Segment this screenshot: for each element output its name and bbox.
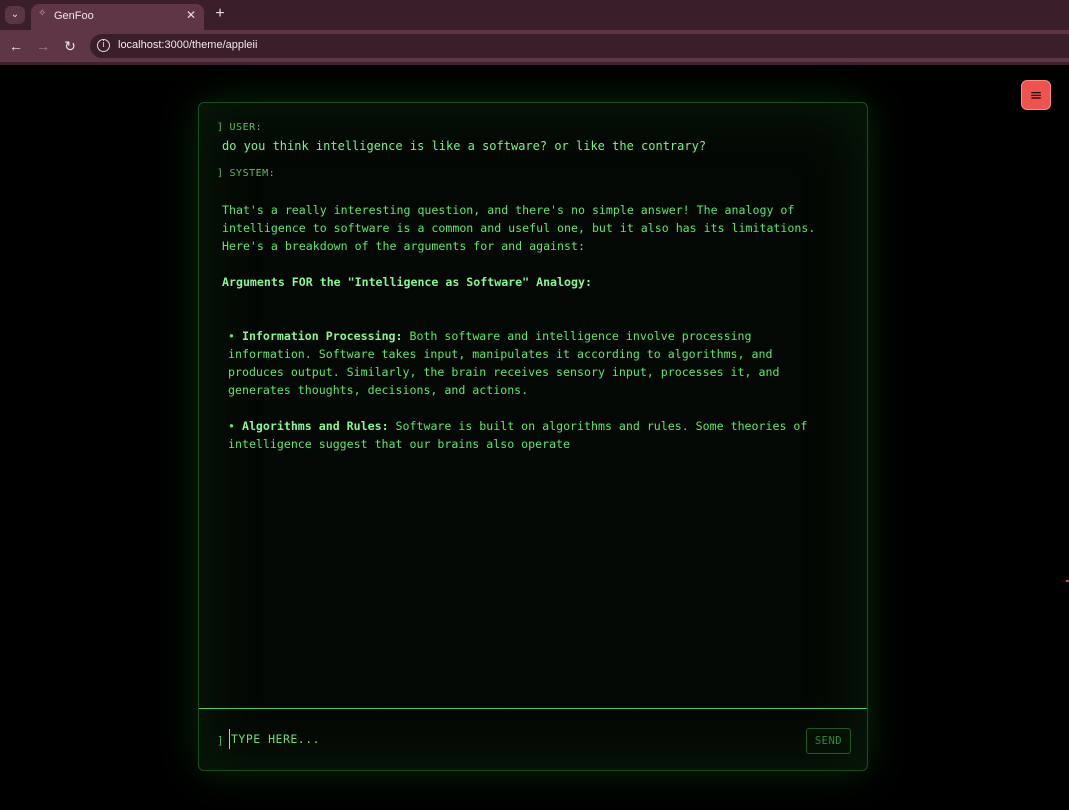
system-message: That's a really interesting question, an… [222,201,849,453]
system-label-text: SYSTEM: [229,168,276,179]
user-label: ] USER: [217,121,849,135]
browser-tab[interactable]: ✧ GenFoo ✕ [31,4,204,30]
send-button[interactable]: SEND [806,728,851,754]
page-viewport: ≡ ] USER: do you think intelligence is li… [0,65,1069,810]
address-bar[interactable]: i localhost:3000/theme/appleii [90,34,1069,58]
list-item: • Algorithms and Rules: Software is buil… [228,417,834,453]
system-label: ] SYSTEM: [217,167,849,181]
menu-button[interactable]: ≡ [1021,80,1051,110]
tab-title: GenFoo [54,10,94,22]
prompt-bracket: ] [217,122,224,133]
user-label-text: USER: [229,122,263,133]
chevron-down-icon: ⌄ [10,9,20,20]
input-area: ] SEND [199,709,867,771]
arrow-left-icon: ← [9,38,23,54]
bullet-title: Algorithms and Rules: [241,419,389,433]
close-icon[interactable]: ✕ [186,8,196,22]
chat-panel: ] USER: do you think intelligence is like… [198,102,868,771]
hamburger-icon: ≡ [1029,86,1043,104]
prompt-bracket: ] [217,168,224,179]
system-heading: Arguments FOR the "Intelligence as Softw… [222,275,592,289]
message-input[interactable] [229,729,789,749]
back-button[interactable]: ← [8,38,24,54]
sparkle-icon: ✧ [38,8,47,19]
browser-toolbar: ← → ↻ i localhost:3000/theme/appleii [0,30,1069,62]
input-prompt-bracket: ] [217,734,224,747]
reload-button[interactable]: ↻ [62,38,78,54]
info-icon[interactable]: i [97,39,110,52]
system-intro: That's a really interesting question, an… [222,203,816,253]
url-text: localhost:3000/theme/appleii [118,39,258,51]
user-message: do you think intelligence is like a soft… [222,139,707,153]
tab-search-button[interactable]: ⌄ [5,6,25,24]
message-list[interactable]: ] USER: do you think intelligence is like… [199,103,869,708]
reload-icon: ↻ [64,38,76,54]
bullet-marker: • [228,419,235,433]
bullet-marker: • [228,329,235,343]
tab-strip: ⌄ ✧ GenFoo ✕ + [0,0,1069,30]
forward-button[interactable]: → [35,38,51,54]
arrow-right-icon: → [36,38,50,54]
new-tab-button[interactable]: + [212,5,228,23]
bullet-title: Information Processing: [241,329,403,343]
list-item: • Information Processing: Both software … [228,327,834,399]
